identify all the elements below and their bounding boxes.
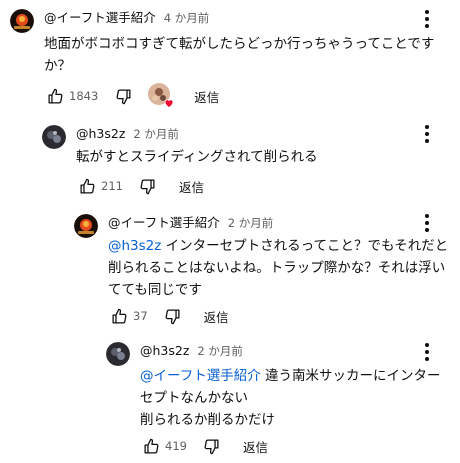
comment-menu-button[interactable] bbox=[417, 211, 437, 235]
more-vert-icon bbox=[425, 125, 429, 129]
comment-time[interactable]: 4 か月前 bbox=[164, 11, 209, 25]
like-button[interactable] bbox=[108, 305, 130, 327]
mention-link[interactable]: @h3s2z bbox=[108, 238, 161, 254]
comment-text: 地面がボコボコすぎて転がしたらどっか行っちゃうってことですか？ bbox=[44, 36, 435, 74]
thumbs-up-icon bbox=[111, 308, 126, 324]
dislike-button[interactable] bbox=[162, 305, 184, 327]
thumbs-down-icon bbox=[116, 88, 131, 104]
channel-avatar[interactable] bbox=[42, 125, 66, 149]
comment-author[interactable]: @イーフト選手紹介 bbox=[108, 215, 220, 230]
comment-meta: @イーフト選手紹介 4 か月前 bbox=[44, 9, 209, 27]
comment-actions: 211 返信 bbox=[76, 174, 204, 198]
channel-avatar[interactable] bbox=[10, 9, 34, 33]
reply-button[interactable]: 返信 bbox=[179, 177, 204, 196]
dislike-button[interactable] bbox=[201, 435, 223, 457]
creator-heart-badge bbox=[148, 83, 174, 109]
dark-photo-avatar-icon bbox=[106, 342, 130, 366]
dark-photo-avatar-icon bbox=[42, 125, 66, 149]
reply-button[interactable]: 返信 bbox=[243, 437, 268, 456]
comment-body: @h3s2z インターセプトされるってこと？でもそれだと削られることはないよね。… bbox=[108, 235, 452, 301]
thumbs-down-icon bbox=[204, 438, 219, 454]
comment-time[interactable]: 2 か月前 bbox=[133, 127, 178, 141]
more-vert-icon bbox=[425, 10, 429, 14]
like-button[interactable] bbox=[76, 175, 98, 197]
comment-author[interactable]: @イーフト選手紹介 bbox=[44, 10, 156, 25]
channel-avatar[interactable] bbox=[74, 214, 98, 238]
like-count: 1843 bbox=[69, 89, 99, 103]
orange-logo-avatar-icon bbox=[10, 9, 34, 33]
thumbs-down-icon bbox=[140, 178, 155, 194]
thumbs-up-icon bbox=[79, 178, 94, 194]
thumbs-down-icon bbox=[165, 308, 180, 324]
comment-text-line2: 削られるか削るかだけ bbox=[140, 412, 275, 428]
comment-author[interactable]: @h3s2z bbox=[140, 343, 189, 358]
comment-time[interactable]: 2 か月前 bbox=[197, 344, 242, 358]
like-button[interactable] bbox=[140, 435, 162, 457]
comment-actions: 419 返信 bbox=[140, 434, 268, 458]
dislike-button[interactable] bbox=[112, 85, 134, 107]
comment-time[interactable]: 2 か月前 bbox=[228, 216, 273, 230]
comment-author[interactable]: @h3s2z bbox=[76, 126, 125, 141]
comment-body: @イーフト選手紹介 違う南米サッカーにインターセプトなんかない 削られるか削るか… bbox=[140, 365, 452, 431]
like-count: 211 bbox=[101, 179, 123, 193]
comment-meta: @イーフト選手紹介 2 か月前 bbox=[108, 214, 273, 232]
like-count: 37 bbox=[133, 309, 148, 323]
more-vert-icon bbox=[425, 214, 429, 218]
thumbs-up-icon bbox=[143, 438, 158, 454]
reply-button[interactable]: 返信 bbox=[204, 307, 229, 326]
comment-meta: @h3s2z 2 か月前 bbox=[76, 125, 179, 143]
reply-button[interactable]: 返信 bbox=[194, 87, 219, 106]
channel-avatar[interactable] bbox=[106, 342, 130, 366]
more-vert-icon bbox=[425, 343, 429, 347]
comment-menu-button[interactable] bbox=[417, 340, 437, 364]
comment-menu-button[interactable] bbox=[417, 7, 437, 31]
mention-link[interactable]: @イーフト選手紹介 bbox=[140, 368, 261, 384]
dislike-button[interactable] bbox=[137, 175, 159, 197]
like-button[interactable] bbox=[44, 85, 66, 107]
orange-logo-avatar-icon bbox=[74, 214, 98, 238]
comment-text: 転がすとスライディングされて削られる bbox=[76, 149, 318, 165]
comment-menu-button[interactable] bbox=[417, 122, 437, 146]
like-count: 419 bbox=[165, 439, 187, 453]
heart-icon bbox=[164, 99, 174, 108]
comment-actions: 37 返信 bbox=[108, 304, 229, 328]
thumbs-up-icon bbox=[47, 88, 62, 104]
comment-actions: 1843 返信 bbox=[44, 83, 219, 109]
comment-meta: @h3s2z 2 か月前 bbox=[140, 342, 243, 360]
